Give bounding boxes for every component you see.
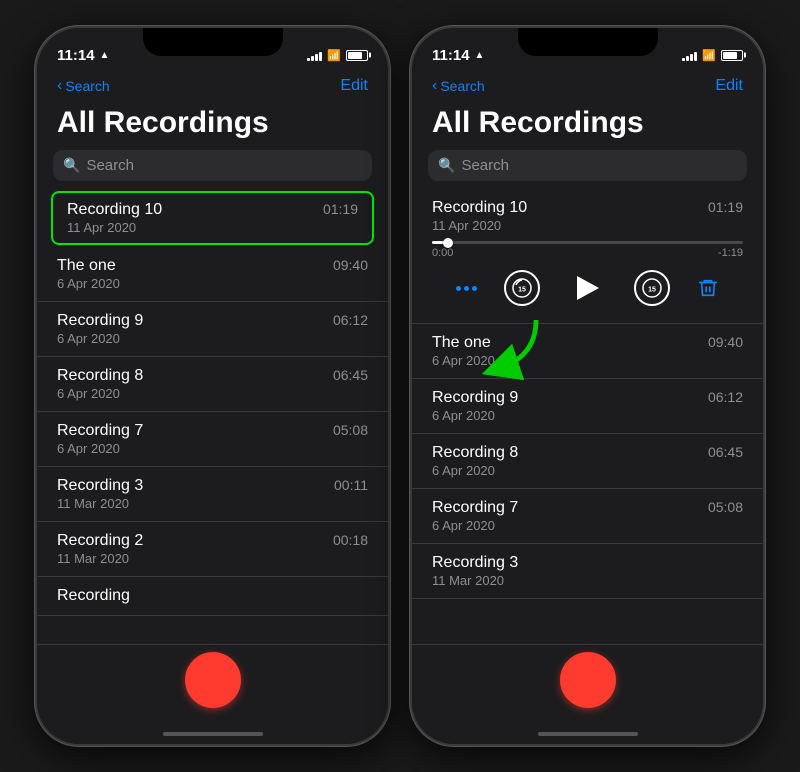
list-item[interactable]: Recording 9 06:12 6 Apr 2020 <box>37 302 388 357</box>
wifi-icon: 📶 <box>327 49 341 62</box>
playback-track[interactable] <box>432 241 743 244</box>
search-bar-left[interactable]: 🔍 Search <box>53 150 372 181</box>
battery-icon <box>346 50 368 61</box>
page-title-right: All Recordings <box>412 100 763 150</box>
list-item[interactable]: The one 09:40 6 Apr 2020 <box>412 324 763 379</box>
list-item[interactable]: Recording 8 06:45 6 Apr 2020 <box>412 434 763 489</box>
signal-icon-right <box>682 50 697 61</box>
record-button-left[interactable] <box>185 652 241 708</box>
skip-forward-button[interactable]: 15 <box>634 270 670 306</box>
list-item[interactable]: Recording 9 06:12 6 Apr 2020 <box>412 379 763 434</box>
list-item[interactable]: Recording 3 00:11 11 Mar 2020 <box>37 467 388 522</box>
search-icon-left: 🔍 <box>63 157 80 174</box>
list-item[interactable]: Recording 7 05:08 6 Apr 2020 <box>37 412 388 467</box>
list-item[interactable]: Recording 2 00:18 11 Mar 2020 <box>37 522 388 577</box>
recordings-list-right: Recording 10 01:19 11 Apr 2020 0:00 -1:1… <box>412 189 763 644</box>
list-item[interactable]: The one 09:40 6 Apr 2020 <box>37 247 388 302</box>
back-button-left[interactable]: ‹ Search <box>57 77 110 95</box>
search-bar-right[interactable]: 🔍 Search <box>428 150 747 181</box>
search-icon-right: 🔍 <box>438 157 455 174</box>
play-button[interactable] <box>568 269 606 307</box>
page-title-left: All Recordings <box>37 100 388 150</box>
notch <box>143 28 283 56</box>
bottom-bar-left <box>37 644 388 724</box>
right-phone: 11:14 ▲ 📶 <box>410 26 765 746</box>
list-item[interactable]: Recording 8 06:45 6 Apr 2020 <box>37 357 388 412</box>
search-placeholder-right: Search <box>461 157 509 174</box>
notch-right <box>518 28 658 56</box>
record-button-right[interactable] <box>560 652 616 708</box>
home-indicator-left <box>37 724 388 744</box>
status-time-right: 11:14 ▲ <box>432 47 484 64</box>
playback-controls: 15 15 <box>432 263 743 313</box>
status-icons-left: 📶 <box>307 49 368 62</box>
skip-back-button[interactable]: 15 <box>504 270 540 306</box>
nav-bar-right: ‹ Search Edit <box>412 72 763 100</box>
edit-button-left[interactable]: Edit <box>340 77 368 95</box>
back-label-left: Search <box>65 78 109 94</box>
back-label-right: Search <box>440 78 484 94</box>
status-icons-right: 📶 <box>682 49 743 62</box>
svg-text:15: 15 <box>648 287 656 294</box>
status-time-left: 11:14 ▲ <box>57 47 109 64</box>
home-indicator-right <box>412 724 763 744</box>
search-placeholder-left: Search <box>86 157 134 174</box>
signal-icon <box>307 50 322 61</box>
playback-bar: 0:00 -1:19 <box>432 241 743 259</box>
recording-item-expanded[interactable]: Recording 10 01:19 11 Apr 2020 0:00 -1:1… <box>412 189 763 324</box>
delete-button[interactable] <box>697 277 719 299</box>
playback-times: 0:00 -1:19 <box>432 247 743 259</box>
list-item[interactable]: Recording 3 11 Mar 2020 <box>412 544 763 599</box>
list-item[interactable]: Recording 7 05:08 6 Apr 2020 <box>412 489 763 544</box>
recording-item-highlighted[interactable]: Recording 10 01:19 11 Apr 2020 <box>51 191 374 245</box>
phones-container: 11:14 ▲ 📶 <box>35 26 765 746</box>
chevron-left-icon: ‹ <box>57 77 62 95</box>
recordings-list-left: Recording 10 01:19 11 Apr 2020 The one 0… <box>37 189 388 644</box>
green-arrow-annotation <box>472 308 552 388</box>
bottom-bar-right <box>412 644 763 724</box>
play-icon <box>577 276 599 300</box>
edit-button-right[interactable]: Edit <box>715 77 743 95</box>
battery-icon-right <box>721 50 743 61</box>
more-options-button[interactable] <box>456 286 477 291</box>
list-item[interactable]: Recording <box>37 577 388 616</box>
nav-bar-left: ‹ Search Edit <box>37 72 388 100</box>
svg-text:15: 15 <box>518 287 526 294</box>
left-phone: 11:14 ▲ 📶 <box>35 26 390 746</box>
chevron-left-icon-right: ‹ <box>432 77 437 95</box>
wifi-icon-right: 📶 <box>702 49 716 62</box>
back-button-right[interactable]: ‹ Search <box>432 77 485 95</box>
